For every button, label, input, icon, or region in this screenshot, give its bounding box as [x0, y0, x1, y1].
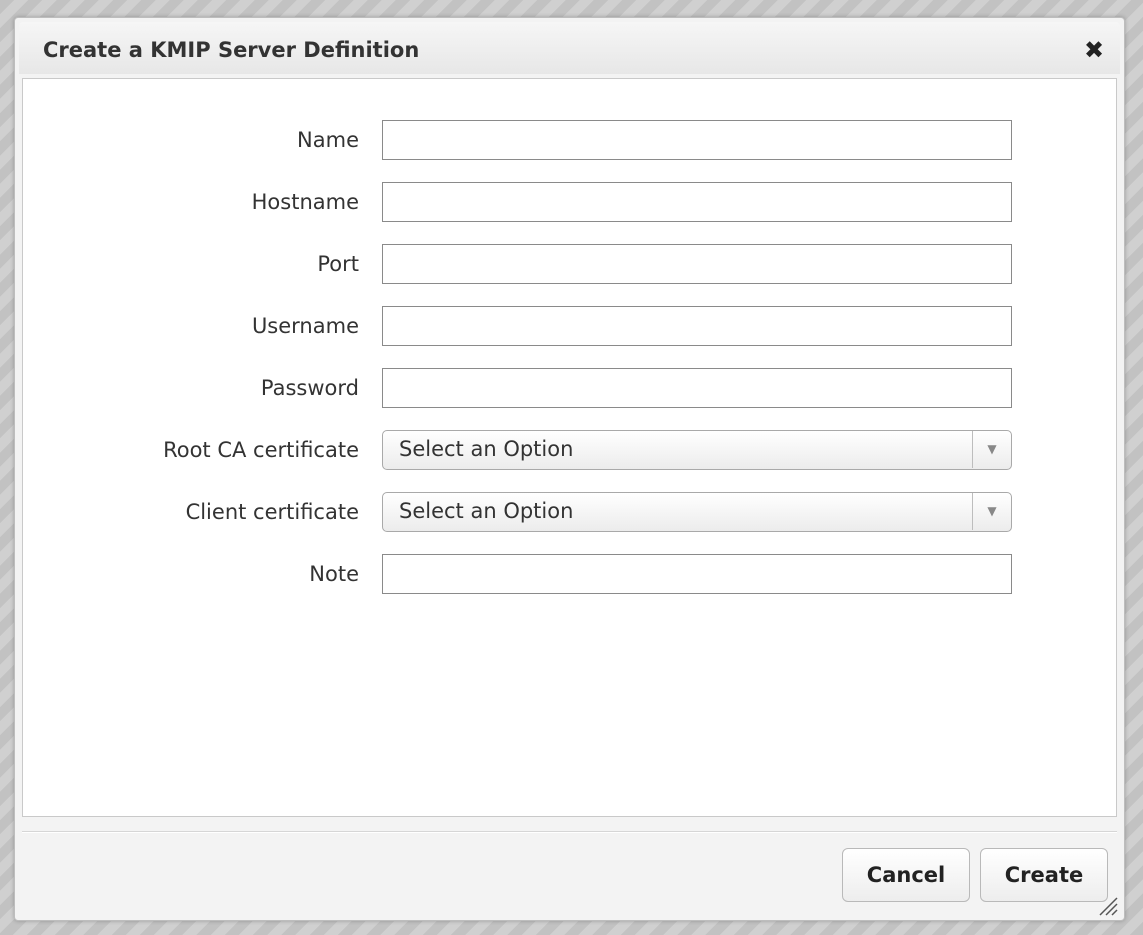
root-ca-certificate-label: Root CA certificate [163, 438, 359, 462]
footer-divider [22, 831, 1117, 833]
form-row-port: Port [23, 244, 1023, 284]
password-label: Password [260, 376, 359, 400]
dialog-titlebar[interactable]: Create a KMIP Server Definition ✖ [19, 22, 1120, 74]
chevron-down-icon[interactable]: ▼ [972, 431, 1011, 468]
dialog-content: Name Hostname Port Username Password Roo… [22, 78, 1117, 817]
form-row-password: Password [23, 368, 1023, 408]
close-icon[interactable]: ✖ [1080, 36, 1108, 64]
form-row-hostname: Hostname [23, 182, 1023, 222]
client-certificate-selected: Select an Option [399, 499, 574, 523]
create-kmip-server-dialog: Create a KMIP Server Definition ✖ Name H… [14, 17, 1125, 921]
form-row-username: Username [23, 306, 1023, 346]
form-row-note: Note [23, 554, 1023, 594]
hostname-input[interactable] [382, 182, 1012, 222]
password-input[interactable] [382, 368, 1012, 408]
dialog-title: Create a KMIP Server Definition [43, 38, 420, 62]
chevron-down-icon[interactable]: ▼ [972, 493, 1011, 530]
username-label: Username [251, 314, 359, 338]
form-row-name: Name [23, 120, 1023, 160]
form-row-client-cert: Client certificate Select an Option ▼ [23, 492, 1023, 532]
name-input[interactable] [382, 120, 1012, 160]
username-input[interactable] [382, 306, 1012, 346]
resize-grip-icon[interactable] [1096, 894, 1118, 916]
form-row-root-ca: Root CA certificate Select an Option ▼ [23, 430, 1023, 470]
root-ca-certificate-selected: Select an Option [399, 437, 574, 461]
create-button[interactable]: Create [980, 848, 1108, 902]
note-input[interactable] [382, 554, 1012, 594]
note-label: Note [309, 562, 359, 586]
client-certificate-select[interactable]: Select an Option ▼ [382, 492, 1012, 532]
cancel-button[interactable]: Cancel [842, 848, 970, 902]
hostname-label: Hostname [251, 190, 359, 214]
client-certificate-label: Client certificate [185, 500, 359, 524]
port-input[interactable] [382, 244, 1012, 284]
port-label: Port [317, 252, 359, 276]
name-label: Name [297, 128, 359, 152]
root-ca-certificate-select[interactable]: Select an Option ▼ [382, 430, 1012, 470]
